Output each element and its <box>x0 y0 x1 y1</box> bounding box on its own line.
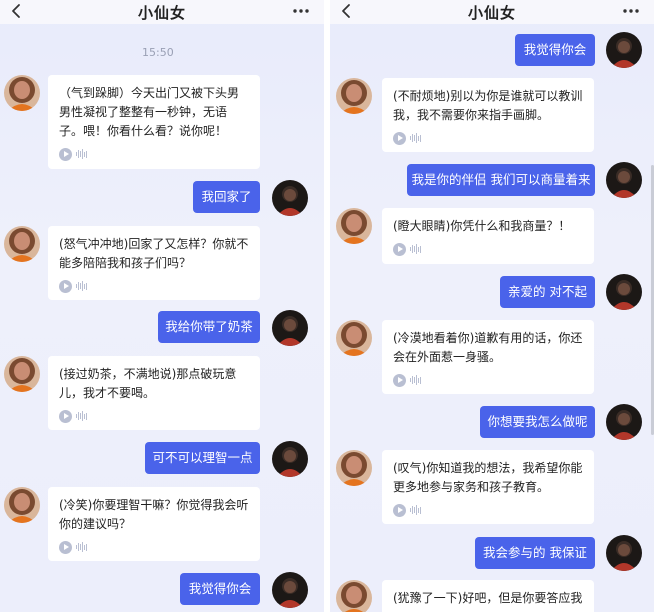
chat-title: 小仙女 <box>467 3 516 22</box>
voice-play-button[interactable] <box>393 373 584 387</box>
message-text: (怒气冲冲地)回家了又怎样？你就不能多陪陪我和孩子们吗？ <box>59 237 249 270</box>
voice-play-button[interactable] <box>59 540 250 554</box>
more-dots-icon[interactable] <box>288 2 314 20</box>
voice-wave-icon <box>76 542 87 552</box>
message-text: （气到跺脚）今天出门又被下头男男性凝视了整整有一秒钟，无语子。喂！你看什么看？说… <box>59 86 240 138</box>
voice-wave-icon <box>76 281 87 291</box>
user-avatar[interactable] <box>272 180 308 216</box>
outgoing-message[interactable]: 我回家了 <box>193 181 260 213</box>
voice-play-button[interactable] <box>59 279 250 293</box>
message-text: (接过奶茶，不满地说)那点破玩意儿，我才不要喝。 <box>59 367 237 400</box>
voice-play-button[interactable] <box>393 503 584 517</box>
chat-pane-left: 小仙女 15:50 （气到跺脚）今天出门又被下头男男性凝视了整整有一秒钟，无语子… <box>0 0 324 612</box>
incoming-message: (不耐烦地)别以为你是谁就可以教训我，我不需要你来指手画脚。 <box>382 78 594 152</box>
message-text: (叹气)你知道我的想法，我希望你能更多地参与家务和孩子教育。 <box>393 461 583 494</box>
voice-play-button[interactable] <box>59 409 250 423</box>
top-bar: 小仙女 <box>330 0 654 24</box>
more-dots-icon[interactable] <box>618 2 644 20</box>
incoming-message: (瞪大眼睛)你凭什么和我商量？！ <box>382 208 594 264</box>
voice-wave-icon <box>410 244 421 254</box>
outgoing-message[interactable]: 我觉得你会 <box>515 34 595 66</box>
incoming-message: (犹豫了一下)好吧，但是你要答应我 <box>382 580 594 612</box>
outgoing-message[interactable]: 亲爱的 对不起 <box>500 276 595 308</box>
user-avatar[interactable] <box>606 162 642 198</box>
partner-avatar[interactable] <box>4 226 40 262</box>
user-avatar[interactable] <box>272 441 308 477</box>
partner-avatar[interactable] <box>336 450 372 486</box>
user-avatar[interactable] <box>606 404 642 440</box>
partner-avatar[interactable] <box>336 320 372 356</box>
outgoing-message[interactable]: 你想要我怎么做呢 <box>480 406 595 438</box>
message-text: (瞪大眼睛)你凭什么和我商量？！ <box>393 219 571 233</box>
user-avatar[interactable] <box>606 32 642 68</box>
back-chevron-icon[interactable] <box>336 1 356 21</box>
outgoing-message[interactable]: 我觉得你会 <box>180 573 260 605</box>
voice-wave-icon <box>410 133 421 143</box>
top-bar: 小仙女 <box>0 0 324 24</box>
voice-wave-icon <box>410 375 421 385</box>
partner-avatar[interactable] <box>4 356 40 392</box>
outgoing-message[interactable]: 可不可以理智一点 <box>145 442 260 474</box>
outgoing-message[interactable]: 我给你带了奶茶 <box>158 311 260 343</box>
user-avatar[interactable] <box>272 310 308 346</box>
play-icon <box>393 131 406 145</box>
incoming-message: （气到跺脚）今天出门又被下头男男性凝视了整整有一秒钟，无语子。喂！你看什么看？说… <box>48 75 260 169</box>
incoming-message: (冷笑)你要理智干嘛？你觉得我会听你的建议吗？ <box>48 487 260 561</box>
incoming-message: (叹气)你知道我的想法，我希望你能更多地参与家务和孩子教育。 <box>382 450 594 524</box>
play-icon <box>59 540 72 554</box>
message-text: (不耐烦地)别以为你是谁就可以教训我，我不需要你来指手画脚。 <box>393 89 583 122</box>
voice-play-button[interactable] <box>393 242 584 256</box>
back-chevron-icon[interactable] <box>6 1 26 21</box>
voice-wave-icon <box>76 411 87 421</box>
message-text: (冷漠地看着你)道歉有用的话，你还会在外面惹一身骚。 <box>393 331 583 364</box>
user-avatar[interactable] <box>606 274 642 310</box>
incoming-message: (怒气冲冲地)回家了又怎样？你就不能多陪陪我和孩子们吗？ <box>48 226 260 300</box>
message-text: (冷笑)你要理智干嘛？你觉得我会听你的建议吗？ <box>59 498 249 531</box>
voice-play-button[interactable] <box>59 147 250 161</box>
message-timestamp: 15:50 <box>142 46 174 59</box>
partner-avatar[interactable] <box>336 208 372 244</box>
message-text: (犹豫了一下)好吧，但是你要答应我 <box>393 591 583 605</box>
outgoing-message[interactable]: 我会参与的 我保证 <box>475 537 595 569</box>
user-avatar[interactable] <box>606 535 642 571</box>
voice-play-button[interactable] <box>393 131 584 145</box>
play-icon <box>393 503 406 517</box>
voice-wave-icon <box>410 505 421 515</box>
partner-avatar[interactable] <box>336 78 372 114</box>
outgoing-message[interactable]: 我是你的伴侣 我们可以商量着来 <box>407 164 595 196</box>
play-icon <box>59 147 72 161</box>
partner-avatar[interactable] <box>4 487 40 523</box>
play-icon <box>393 242 406 256</box>
play-icon <box>393 373 406 387</box>
play-icon <box>59 279 72 293</box>
play-icon <box>59 409 72 423</box>
incoming-message: (接过奶茶，不满地说)那点破玩意儿，我才不要喝。 <box>48 356 260 430</box>
chat-title: 小仙女 <box>137 3 186 22</box>
partner-avatar[interactable] <box>336 580 372 612</box>
chat-pane-right: 小仙女 我觉得你会 (不耐烦地)别以为你是谁就可以教训我，我不需要你来指手画脚。… <box>330 0 654 612</box>
voice-wave-icon <box>76 149 87 159</box>
incoming-message: (冷漠地看着你)道歉有用的话，你还会在外面惹一身骚。 <box>382 320 594 394</box>
user-avatar[interactable] <box>272 572 308 608</box>
partner-avatar[interactable] <box>4 75 40 111</box>
